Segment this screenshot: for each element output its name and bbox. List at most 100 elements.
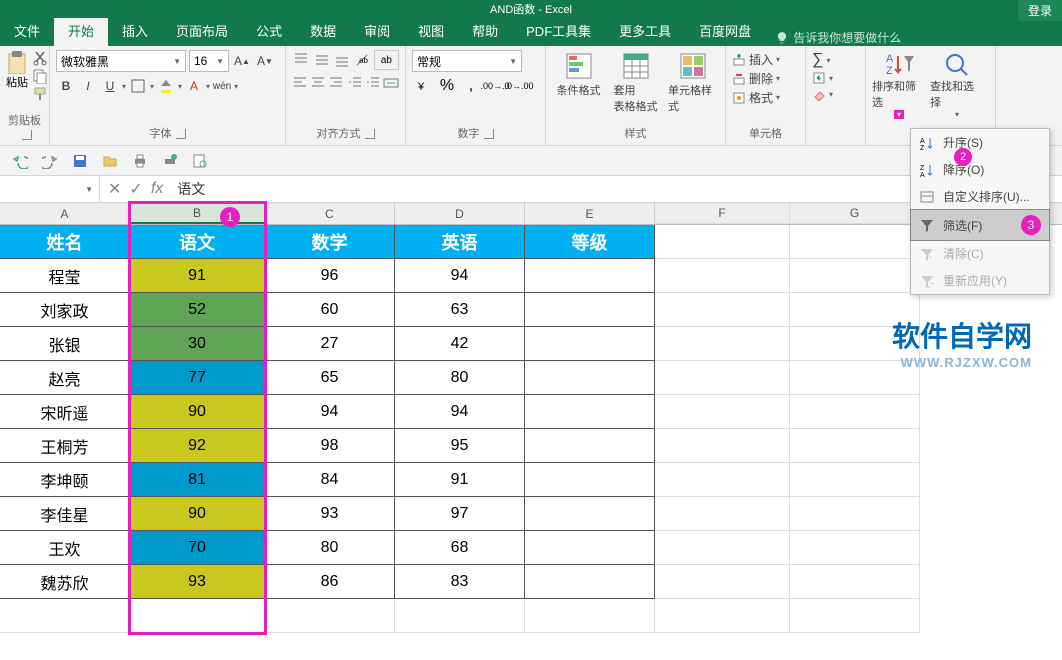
cell[interactable]: 77 bbox=[130, 361, 265, 395]
sort-filter-button[interactable]: AZ 排序和筛选 ▾ bbox=[872, 50, 926, 119]
underline-button[interactable]: U bbox=[100, 76, 120, 96]
fill-color-button[interactable] bbox=[156, 76, 176, 96]
cell-style-button[interactable]: 单元格样式 bbox=[666, 50, 719, 116]
tab-formula[interactable]: 公式 bbox=[242, 15, 296, 46]
cell[interactable] bbox=[790, 259, 920, 293]
print-button[interactable] bbox=[130, 151, 150, 171]
tab-view[interactable]: 视图 bbox=[404, 15, 458, 46]
percent-icon[interactable]: % bbox=[436, 76, 458, 96]
paste-button[interactable]: 粘贴 bbox=[6, 50, 28, 90]
cell[interactable] bbox=[790, 429, 920, 463]
tab-home[interactable]: 开始 bbox=[54, 15, 108, 46]
cell[interactable] bbox=[655, 327, 790, 361]
tell-me[interactable]: 告诉我你想要做什么 bbox=[775, 29, 901, 46]
cell[interactable]: 80 bbox=[395, 361, 525, 395]
increase-decimal-icon[interactable]: .00→.0 bbox=[484, 76, 506, 96]
cell[interactable] bbox=[525, 497, 655, 531]
cell[interactable]: 宋昕遥 bbox=[0, 395, 130, 429]
open-button[interactable] bbox=[100, 151, 120, 171]
cell[interactable] bbox=[655, 599, 790, 633]
align-top-icon[interactable] bbox=[292, 50, 310, 70]
cell[interactable]: 68 bbox=[395, 531, 525, 565]
fx-icon[interactable]: fx bbox=[151, 180, 163, 198]
cell[interactable] bbox=[655, 497, 790, 531]
cell[interactable]: 94 bbox=[265, 395, 395, 429]
cell[interactable]: 30 bbox=[130, 327, 265, 361]
cell[interactable]: 86 bbox=[265, 565, 395, 599]
cell[interactable] bbox=[790, 565, 920, 599]
cell[interactable]: 程莹 bbox=[0, 259, 130, 293]
format-cells-button[interactable]: 格式▾ bbox=[732, 88, 799, 107]
spreadsheet-grid[interactable]: 姓名 语文 数学 英语 等级 程莹919694刘家政526063张银302742… bbox=[0, 225, 1062, 633]
cell[interactable]: 91 bbox=[395, 463, 525, 497]
border-button[interactable] bbox=[128, 76, 148, 96]
cell[interactable]: 94 bbox=[395, 259, 525, 293]
col-header-g[interactable]: G bbox=[790, 203, 920, 224]
cell[interactable]: 80 bbox=[265, 531, 395, 565]
cell[interactable]: 63 bbox=[395, 293, 525, 327]
name-box[interactable]: ▼ bbox=[0, 176, 100, 202]
col-header-e[interactable]: E bbox=[525, 203, 655, 224]
cell[interactable]: 27 bbox=[265, 327, 395, 361]
merge-button[interactable] bbox=[383, 73, 399, 93]
cell[interactable]: 90 bbox=[130, 497, 265, 531]
cell[interactable]: 王欢 bbox=[0, 531, 130, 565]
cell[interactable] bbox=[525, 531, 655, 565]
bold-button[interactable]: B bbox=[56, 76, 76, 96]
quick-print-button[interactable] bbox=[160, 151, 180, 171]
cell[interactable]: 91 bbox=[130, 259, 265, 293]
table-header[interactable]: 数学 bbox=[265, 225, 395, 259]
font-name-select[interactable]: 微软雅黑▼ bbox=[56, 50, 186, 72]
cell[interactable]: 94 bbox=[395, 395, 525, 429]
col-header-f[interactable]: F bbox=[655, 203, 790, 224]
cell[interactable] bbox=[655, 361, 790, 395]
cell[interactable] bbox=[395, 599, 525, 633]
tab-review[interactable]: 审阅 bbox=[350, 15, 404, 46]
comma-icon[interactable]: , bbox=[460, 76, 482, 96]
tab-file[interactable]: 文件 bbox=[0, 15, 54, 46]
cell[interactable]: 92 bbox=[130, 429, 265, 463]
login-button[interactable]: 登录 bbox=[1018, 0, 1062, 21]
cell[interactable] bbox=[525, 429, 655, 463]
cell[interactable]: 70 bbox=[130, 531, 265, 565]
wrap-text-button[interactable]: ab bbox=[374, 50, 399, 70]
align-launcher[interactable] bbox=[365, 129, 375, 139]
table-header[interactable]: 等级 bbox=[525, 225, 655, 259]
cell[interactable]: 84 bbox=[265, 463, 395, 497]
cancel-formula-icon[interactable]: ✕ bbox=[108, 179, 121, 199]
phonetic-button[interactable]: wén bbox=[212, 76, 232, 96]
cell[interactable] bbox=[790, 531, 920, 565]
font-launcher[interactable] bbox=[176, 129, 186, 139]
decrease-decimal-icon[interactable]: .0→.00 bbox=[508, 76, 530, 96]
tab-layout[interactable]: 页面布局 bbox=[162, 15, 242, 46]
increase-font-icon[interactable]: A▲ bbox=[232, 51, 252, 71]
orientation-icon[interactable]: ab bbox=[353, 50, 371, 70]
increase-indent-icon[interactable] bbox=[365, 73, 381, 93]
conditional-format-button[interactable]: 条件格式 bbox=[552, 50, 605, 100]
autosum-button[interactable]: ∑▾ bbox=[812, 50, 859, 70]
cell[interactable] bbox=[525, 463, 655, 497]
cell[interactable]: 赵亮 bbox=[0, 361, 130, 395]
currency-icon[interactable]: ¥ bbox=[412, 76, 434, 96]
cell[interactable] bbox=[525, 361, 655, 395]
clipboard-launcher[interactable] bbox=[22, 130, 32, 140]
fill-button[interactable]: ▾ bbox=[812, 70, 859, 86]
cell[interactable]: 81 bbox=[130, 463, 265, 497]
tab-more[interactable]: 更多工具 bbox=[605, 15, 685, 46]
col-header-a[interactable]: A bbox=[0, 203, 130, 224]
align-right-icon[interactable] bbox=[328, 73, 344, 93]
cell[interactable]: 42 bbox=[395, 327, 525, 361]
cell[interactable] bbox=[655, 259, 790, 293]
cell[interactable]: 65 bbox=[265, 361, 395, 395]
cell[interactable] bbox=[655, 225, 790, 259]
cell[interactable]: 魏苏欣 bbox=[0, 565, 130, 599]
cell[interactable]: 张银 bbox=[0, 327, 130, 361]
tab-data[interactable]: 数据 bbox=[296, 15, 350, 46]
cell[interactable]: 52 bbox=[130, 293, 265, 327]
cell[interactable] bbox=[790, 497, 920, 531]
cell[interactable]: 王桐芳 bbox=[0, 429, 130, 463]
align-center-icon[interactable] bbox=[310, 73, 326, 93]
enter-formula-icon[interactable]: ✓ bbox=[129, 179, 142, 199]
col-header-d[interactable]: D bbox=[395, 203, 525, 224]
cell[interactable] bbox=[655, 565, 790, 599]
